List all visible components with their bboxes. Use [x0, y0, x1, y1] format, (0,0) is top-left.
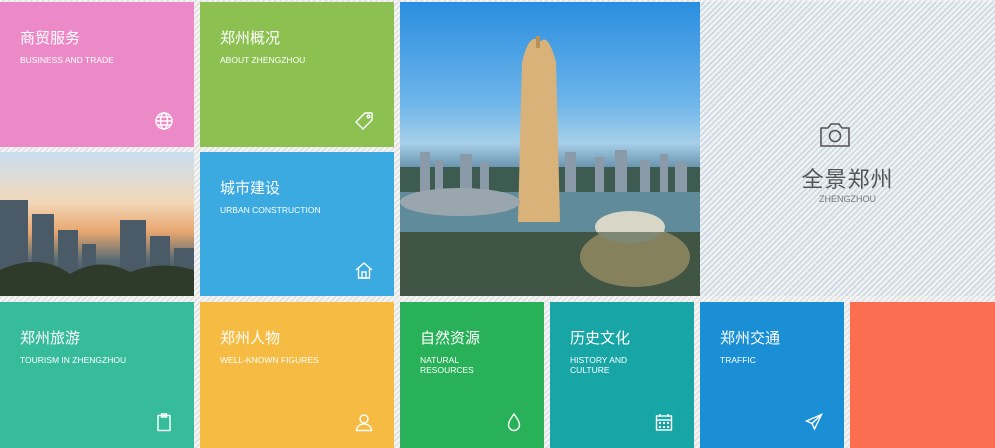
tile-grid: 商贸服务 BUSINESS AND TRADE 郑州概况 ABOUT ZHENG…: [0, 0, 995, 448]
camera-icon: [820, 123, 850, 147]
tile-subtitle: WELL-KNOWN FIGURES: [220, 355, 319, 365]
tile-subtitle: BUSINESS AND TRADE: [20, 55, 114, 65]
home-icon: [354, 260, 374, 280]
globe-icon: [154, 111, 174, 131]
tile-title: 郑州交通: [720, 330, 781, 347]
tile-title: 郑州概况: [220, 30, 281, 47]
tile-history-culture[interactable]: 历史文化 HISTORY AND CULTURE: [550, 302, 694, 448]
tile-subtitle: HISTORY AND CULTURE: [570, 355, 628, 375]
tile-urban-construction[interactable]: 城市建设 URBAN CONSTRUCTION: [200, 152, 394, 296]
clipboard-icon: [154, 412, 174, 432]
tile-subtitle: ABOUT ZHENGZHOU: [220, 55, 306, 65]
tile-natural-resources[interactable]: 自然资源 NATURAL RESOURCES: [400, 302, 544, 448]
calendar-icon: [654, 412, 674, 432]
panorama-subtitle: ZHENGZHOU: [819, 194, 876, 204]
tile-subtitle: URBAN CONSTRUCTION: [220, 205, 321, 215]
tile-title: 自然资源: [420, 330, 481, 347]
city-photo-illustration: [400, 36, 700, 296]
tile-subtitle: TRAFFIC: [720, 355, 756, 365]
tile-title: 商贸服务: [20, 30, 81, 47]
tile-title: 郑州人物: [220, 330, 281, 347]
tile-tourism[interactable]: 郑州旅游 TOURISM IN ZHENGZHOU: [0, 302, 194, 448]
tile-business-and-trade[interactable]: 商贸服务 BUSINESS AND TRADE: [0, 2, 194, 147]
city-skyline-photo[interactable]: [400, 2, 700, 296]
drop-icon: [504, 412, 524, 432]
tile-title: 城市建设: [220, 180, 281, 197]
tag-icon: [354, 111, 374, 131]
tile-subtitle: NATURAL RESOURCES: [420, 355, 474, 375]
tile-well-known-figures[interactable]: 郑州人物 WELL-KNOWN FIGURES: [200, 302, 394, 448]
tile-about-zhengzhou[interactable]: 郑州概况 ABOUT ZHENGZHOU: [200, 2, 394, 147]
plane-icon: [804, 412, 824, 432]
skyline-photo-illustration: [0, 200, 194, 296]
tile-subtitle: TOURISM IN ZHENGZHOU: [20, 355, 127, 365]
panorama-title: 全景郑州: [801, 167, 894, 192]
tile-title: 郑州旅游: [20, 330, 81, 347]
tile-traffic[interactable]: 郑州交通 TRAFFIC: [700, 302, 844, 448]
user-icon: [354, 412, 374, 432]
panorama-tile[interactable]: 全景郑州 ZHENGZHOU: [700, 2, 995, 296]
tile-title: 历史文化: [570, 330, 631, 347]
tile-extra[interactable]: [850, 302, 995, 448]
skyline-photo-tile[interactable]: [0, 152, 194, 296]
